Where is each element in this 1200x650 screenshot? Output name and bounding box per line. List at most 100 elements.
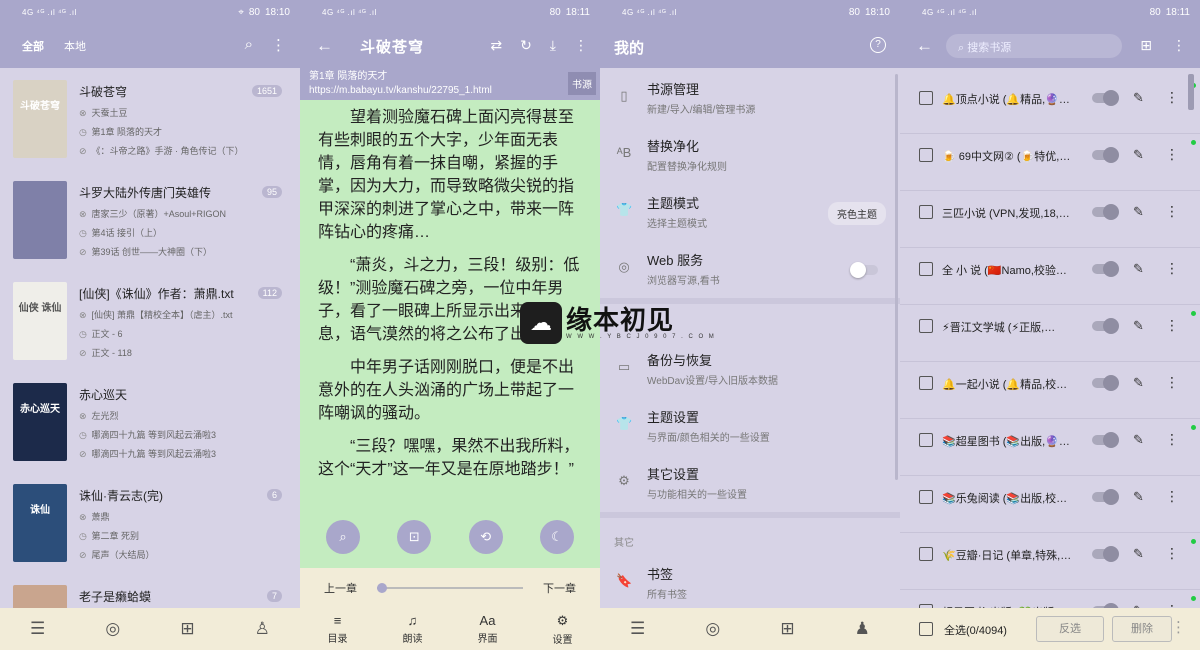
invert-selection-button[interactable]: 反选 — [1036, 616, 1104, 642]
book-cover[interactable]: 赤心巡天 — [13, 383, 67, 461]
progress-slider[interactable] — [377, 583, 523, 593]
source-enable-toggle[interactable] — [1092, 375, 1119, 391]
help-icon[interactable]: ? — [870, 37, 886, 53]
book-cover[interactable]: 仙侠 诛仙 — [13, 282, 67, 360]
menu-item-other-settings[interactable]: ⚙ 其它设置 与功能相关的一些设置 — [600, 453, 900, 510]
search-icon[interactable]: ⌕ — [245, 36, 253, 54]
source-checkbox[interactable] — [919, 205, 933, 219]
source-row[interactable]: 🔔顶点小说 (🔔精品,🔮… ✎ ⋮ — [900, 77, 1200, 134]
search-icon[interactable]: ⌕ — [326, 520, 360, 554]
scrollbar[interactable] — [895, 74, 898, 480]
menu-item-bookmark[interactable]: 🔖 书签 所有书签 — [600, 553, 900, 610]
source-enable-toggle[interactable] — [1092, 318, 1119, 334]
menu-item-replace[interactable]: ᴬB 替换净化 配置替换净化规则 — [600, 125, 900, 182]
book-item[interactable]: 老子是癞蛤蟆⊗ ◷ ⊘ 7 — [0, 573, 300, 608]
menu-item-book-source[interactable]: ▯ 书源管理 新建/导入/编辑/管理书源 — [600, 68, 900, 125]
edit-icon[interactable]: ✎ — [1133, 489, 1144, 505]
book-cover[interactable] — [13, 181, 67, 259]
night-mode-icon[interactable]: ☾ — [539, 520, 574, 554]
group-icon[interactable]: ⊞ — [1140, 37, 1152, 54]
edit-icon[interactable]: ✎ — [1133, 546, 1144, 562]
book-item[interactable]: 斗破苍穹 斗破苍穹 ⊗ 天蚕土豆 ◷ 第1章 陨落的天才 ⊘ 《：斗帝之路》手游 · 角… — [0, 68, 300, 169]
delete-button[interactable]: 删除 — [1112, 616, 1172, 642]
source-row[interactable]: 📚超星图书 (📚出版,🔮… ✎ ⋮ — [900, 419, 1200, 476]
explore-icon[interactable]: ◎ — [705, 619, 720, 639]
tab-local[interactable]: 本地 — [64, 38, 86, 54]
profile-icon[interactable]: ♟ — [855, 619, 870, 639]
bookshelf-icon[interactable]: ☰ — [630, 619, 645, 639]
scrollbar[interactable] — [1188, 74, 1194, 110]
source-row[interactable]: ⚡晋江文学城 (⚡正版,… ✎ ⋮ — [900, 305, 1200, 362]
more-vert-icon[interactable]: ⋮ — [1165, 317, 1179, 334]
source-enable-toggle[interactable] — [1092, 90, 1119, 106]
more-vert-icon[interactable]: ⋮ — [271, 36, 286, 54]
rss-icon[interactable]: ⊞ — [780, 619, 794, 639]
search-input[interactable]: ⌕ 搜索书源 — [946, 34, 1122, 58]
interface-button[interactable]: Aa 界面 — [478, 613, 498, 645]
edit-icon[interactable]: ✎ — [1133, 204, 1144, 220]
menu-item-theme-settings[interactable]: 👕 主题设置 与界面/颜色相关的一些设置 — [600, 396, 900, 453]
source-row[interactable]: 🍺 69中文网② (🍺特优,… ✎ ⋮ — [900, 134, 1200, 191]
rss-icon[interactable]: ⊞ — [180, 619, 194, 639]
source-enable-toggle[interactable] — [1092, 147, 1119, 163]
menu-item-theme-mode[interactable]: 👕 主题模式 选择主题模式 亮色主题 — [600, 182, 900, 239]
source-enable-toggle[interactable] — [1092, 204, 1119, 220]
source-checkbox[interactable] — [919, 547, 933, 561]
select-all-checkbox[interactable] — [919, 622, 933, 636]
prev-chapter-button[interactable]: 上一章 — [324, 580, 357, 596]
more-vert-icon[interactable]: ⋮ — [1171, 618, 1186, 636]
more-vert-icon[interactable]: ⋮ — [1165, 146, 1179, 163]
more-vert-icon[interactable]: ⋮ — [1165, 488, 1179, 505]
more-vert-icon[interactable]: ⋮ — [1165, 431, 1179, 448]
source-checkbox[interactable] — [919, 91, 933, 105]
source-enable-toggle[interactable] — [1092, 546, 1119, 562]
more-vert-icon[interactable]: ⋮ — [1172, 37, 1186, 54]
book-cover[interactable]: 诛仙 — [13, 484, 67, 562]
slider-thumb[interactable] — [377, 583, 387, 593]
change-source-icon[interactable]: ⇄ — [490, 37, 502, 54]
more-vert-icon[interactable]: ⋮ — [574, 37, 588, 54]
book-item[interactable]: 斗罗大陆外传唐门英雄传 ⊗ 唐家三少（原著）+Asoul+RIGON ◷ 第4话 接… — [0, 169, 300, 270]
web-service-toggle[interactable] — [850, 262, 878, 278]
edit-icon[interactable]: ✎ — [1133, 261, 1144, 277]
edit-icon[interactable]: ✎ — [1133, 432, 1144, 448]
more-vert-icon[interactable]: ⋮ — [1165, 89, 1179, 106]
book-item[interactable]: 仙侠 诛仙 [仙侠]《诛仙》作者：萧鼎.txt ⊗ [仙侠] 萧鼎【精校全本】（虐主… — [0, 270, 300, 371]
replace-icon[interactable]: ⟲ — [468, 520, 503, 554]
refresh-icon[interactable]: ↻ — [520, 37, 532, 54]
source-row[interactable]: 三匹小说 (VPN,发现,18,… ✎ ⋮ — [900, 191, 1200, 248]
theme-chip[interactable]: 亮色主题 — [828, 202, 886, 225]
edit-icon[interactable]: ✎ — [1133, 90, 1144, 106]
auto-page-icon[interactable]: ⊡ — [397, 520, 432, 554]
book-item[interactable]: 诛仙 诛仙·青云志(完) ⊗ 萧鼎 ◷ 第二章 死别 ⊘ 尾声（大结局） 6 — [0, 472, 300, 573]
source-checkbox[interactable] — [919, 262, 933, 276]
explore-icon[interactable]: ◎ — [105, 619, 120, 639]
tab-all[interactable]: 全部 — [22, 38, 44, 54]
toc-button[interactable]: ≡ 目录 — [328, 613, 348, 645]
book-cover[interactable] — [13, 585, 67, 608]
more-vert-icon[interactable]: ⋮ — [1165, 260, 1179, 277]
source-enable-toggle[interactable] — [1092, 261, 1119, 277]
book-cover[interactable]: 斗破苍穹 — [13, 80, 67, 158]
source-row[interactable]: 🌾豆瓣·日记 (单章,特殊,… ✎ ⋮ — [900, 533, 1200, 590]
back-arrow-icon[interactable]: ← — [916, 36, 933, 56]
source-row[interactable]: 🔔一起小说 (🔔精品,校… ✎ ⋮ — [900, 362, 1200, 419]
source-tag[interactable]: 书源 — [568, 72, 596, 95]
settings-button[interactable]: ⚙ 设置 — [553, 613, 573, 646]
bookshelf-icon[interactable]: ☰ — [30, 619, 45, 639]
menu-item-web-service[interactable]: ◎ Web 服务 浏览器写源,看书 — [600, 239, 900, 296]
book-item[interactable]: 赤心巡天 赤心巡天 ⊗ 左光烈 ◷ 哪滴四十九篇 等到风起云涌啦3 ⊘ 哪滴四十九篇 等… — [0, 371, 300, 472]
menu-item-backup[interactable]: ▭ 备份与恢复 WebDav设置/导入旧版本数据 — [600, 339, 900, 396]
download-icon[interactable]: ⤓ — [550, 37, 556, 54]
edit-icon[interactable]: ✎ — [1133, 375, 1144, 391]
chapter-url[interactable]: https://m.babayu.tv/kanshu/22795_1.html — [309, 84, 600, 98]
source-checkbox[interactable] — [919, 490, 933, 504]
more-vert-icon[interactable]: ⋮ — [1165, 203, 1179, 220]
more-vert-icon[interactable]: ⋮ — [1165, 374, 1179, 391]
source-enable-toggle[interactable] — [1092, 432, 1119, 448]
edit-icon[interactable]: ✎ — [1133, 318, 1144, 334]
next-chapter-button[interactable]: 下一章 — [543, 580, 576, 596]
source-checkbox[interactable] — [919, 376, 933, 390]
source-row[interactable]: 全 小 说 (🇨🇳Namo,校验… ✎ ⋮ — [900, 248, 1200, 305]
back-arrow-icon[interactable]: ← — [316, 36, 333, 56]
